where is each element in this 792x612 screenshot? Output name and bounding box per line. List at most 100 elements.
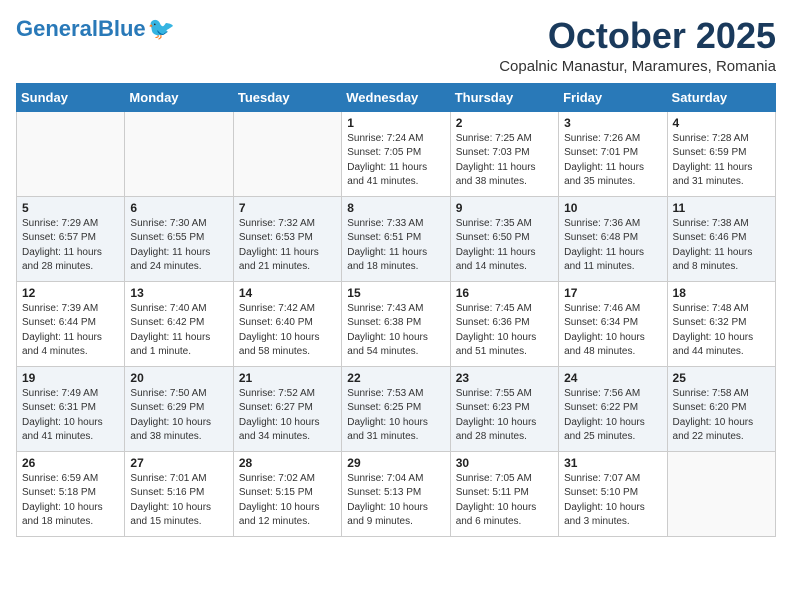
logo-blue: Blue	[98, 16, 146, 41]
calendar-cell: 9 Sunrise: 7:35 AM Sunset: 6:50 PM Daylig…	[450, 196, 558, 281]
calendar-cell: 10 Sunrise: 7:36 AM Sunset: 6:48 PM Dayli…	[559, 196, 667, 281]
day-number: 21	[239, 371, 336, 385]
day-number: 13	[130, 286, 227, 300]
calendar-cell: 25Sunrise: 7:58 AM Sunset: 6:20 PM Dayli…	[667, 366, 775, 451]
col-thursday: Thursday	[450, 83, 558, 111]
day-number: 15	[347, 286, 444, 300]
day-number: 17	[564, 286, 661, 300]
col-sunday: Sunday	[17, 83, 125, 111]
day-detail: Sunrise: 7:29 AM Sunset: 6:57 PM Dayligh…	[22, 217, 119, 275]
day-number: 27	[130, 456, 227, 470]
logo-general: General	[16, 16, 98, 41]
day-number: 20	[130, 371, 227, 385]
calendar-week-4: 19Sunrise: 7:49 AM Sunset: 6:31 PM Dayli…	[17, 366, 776, 451]
day-number: 10	[564, 201, 661, 215]
day-detail: Sunrise: 7:32 AM Sunset: 6:53 PM Dayligh…	[239, 217, 336, 275]
calendar-cell: 29 Sunrise: 7:04 AM Sunset: 5:13 PM Dayli…	[342, 451, 450, 536]
day-number: 30	[456, 456, 553, 470]
logo-text: GeneralBlue	[16, 18, 146, 40]
calendar-cell	[125, 111, 233, 196]
calendar-body: 1Sunrise: 7:24 AM Sunset: 7:05 PM Daylig…	[17, 111, 776, 536]
day-number: 6	[130, 201, 227, 215]
day-number: 9	[456, 201, 553, 215]
calendar-cell: 1Sunrise: 7:24 AM Sunset: 7:05 PM Daylig…	[342, 111, 450, 196]
day-number: 3	[564, 116, 661, 130]
day-number: 31	[564, 456, 661, 470]
calendar-cell: 30 Sunrise: 7:05 AM Sunset: 5:11 PM Dayli…	[450, 451, 558, 536]
calendar-cell: 18 Sunrise: 7:48 AM Sunset: 6:32 PM Dayli…	[667, 281, 775, 366]
calendar-cell: 8Sunrise: 7:33 AM Sunset: 6:51 PM Daylig…	[342, 196, 450, 281]
location-subtitle: Copalnic Manastur, Maramures, Romania	[499, 58, 776, 75]
day-detail: Sunrise: 7:02 AM Sunset: 5:15 PM Dayligh…	[239, 472, 336, 530]
calendar-cell: 20 Sunrise: 7:50 AM Sunset: 6:29 PM Dayli…	[125, 366, 233, 451]
calendar-week-5: 26Sunrise: 6:59 AM Sunset: 5:18 PM Dayli…	[17, 451, 776, 536]
day-number: 14	[239, 286, 336, 300]
logo-bird-icon: 🐦	[148, 16, 175, 42]
day-detail: Sunrise: 7:28 AM Sunset: 6:59 PM Dayligh…	[673, 132, 770, 190]
logo: GeneralBlue 🐦	[16, 16, 175, 42]
calendar-cell: 16 Sunrise: 7:45 AM Sunset: 6:36 PM Dayli…	[450, 281, 558, 366]
calendar-cell: 13 Sunrise: 7:40 AM Sunset: 6:42 PM Dayli…	[125, 281, 233, 366]
calendar-cell: 26Sunrise: 6:59 AM Sunset: 5:18 PM Dayli…	[17, 451, 125, 536]
col-friday: Friday	[559, 83, 667, 111]
day-number: 28	[239, 456, 336, 470]
col-monday: Monday	[125, 83, 233, 111]
day-detail: Sunrise: 7:05 AM Sunset: 5:11 PM Dayligh…	[456, 472, 553, 530]
day-detail: Sunrise: 7:01 AM Sunset: 5:16 PM Dayligh…	[130, 472, 227, 530]
day-number: 24	[564, 371, 661, 385]
col-wednesday: Wednesday	[342, 83, 450, 111]
day-number: 23	[456, 371, 553, 385]
day-detail: Sunrise: 7:48 AM Sunset: 6:32 PM Dayligh…	[673, 302, 770, 360]
calendar-week-1: 1Sunrise: 7:24 AM Sunset: 7:05 PM Daylig…	[17, 111, 776, 196]
day-detail: Sunrise: 7:40 AM Sunset: 6:42 PM Dayligh…	[130, 302, 227, 360]
day-number: 29	[347, 456, 444, 470]
day-detail: Sunrise: 7:45 AM Sunset: 6:36 PM Dayligh…	[456, 302, 553, 360]
col-saturday: Saturday	[667, 83, 775, 111]
day-detail: Sunrise: 7:43 AM Sunset: 6:38 PM Dayligh…	[347, 302, 444, 360]
calendar-cell: 7 Sunrise: 7:32 AM Sunset: 6:53 PM Daylig…	[233, 196, 341, 281]
calendar-cell: 17 Sunrise: 7:46 AM Sunset: 6:34 PM Dayli…	[559, 281, 667, 366]
day-number: 2	[456, 116, 553, 130]
day-detail: Sunrise: 7:24 AM Sunset: 7:05 PM Dayligh…	[347, 132, 444, 190]
day-detail: Sunrise: 7:25 AM Sunset: 7:03 PM Dayligh…	[456, 132, 553, 190]
calendar-cell: 14Sunrise: 7:42 AM Sunset: 6:40 PM Dayli…	[233, 281, 341, 366]
calendar-cell: 6Sunrise: 7:30 AM Sunset: 6:55 PM Daylig…	[125, 196, 233, 281]
day-detail: Sunrise: 7:55 AM Sunset: 6:23 PM Dayligh…	[456, 387, 553, 445]
day-detail: Sunrise: 7:26 AM Sunset: 7:01 PM Dayligh…	[564, 132, 661, 190]
day-number: 5	[22, 201, 119, 215]
calendar-cell: 5 Sunrise: 7:29 AM Sunset: 6:57 PM Daylig…	[17, 196, 125, 281]
day-detail: Sunrise: 7:36 AM Sunset: 6:48 PM Dayligh…	[564, 217, 661, 275]
calendar-cell: 31 Sunrise: 7:07 AM Sunset: 5:10 PM Dayli…	[559, 451, 667, 536]
calendar-cell: 23 Sunrise: 7:55 AM Sunset: 6:23 PM Dayli…	[450, 366, 558, 451]
day-number: 7	[239, 201, 336, 215]
day-detail: Sunrise: 7:52 AM Sunset: 6:27 PM Dayligh…	[239, 387, 336, 445]
day-detail: Sunrise: 7:50 AM Sunset: 6:29 PM Dayligh…	[130, 387, 227, 445]
page-header: GeneralBlue 🐦 October 2025 Copalnic Mana…	[16, 16, 776, 75]
day-number: 25	[673, 371, 770, 385]
calendar-header: Sunday Monday Tuesday Wednesday Thursday…	[17, 83, 776, 111]
calendar-cell: 2 Sunrise: 7:25 AM Sunset: 7:03 PM Daylig…	[450, 111, 558, 196]
day-number: 4	[673, 116, 770, 130]
calendar-cell: 12Sunrise: 7:39 AM Sunset: 6:44 PM Dayli…	[17, 281, 125, 366]
calendar-week-2: 5 Sunrise: 7:29 AM Sunset: 6:57 PM Daylig…	[17, 196, 776, 281]
calendar-cell	[667, 451, 775, 536]
calendar-cell: 11Sunrise: 7:38 AM Sunset: 6:46 PM Dayli…	[667, 196, 775, 281]
calendar-cell: 24Sunrise: 7:56 AM Sunset: 6:22 PM Dayli…	[559, 366, 667, 451]
day-detail: Sunrise: 7:07 AM Sunset: 5:10 PM Dayligh…	[564, 472, 661, 530]
day-detail: Sunrise: 7:04 AM Sunset: 5:13 PM Dayligh…	[347, 472, 444, 530]
calendar-cell: 27 Sunrise: 7:01 AM Sunset: 5:16 PM Dayli…	[125, 451, 233, 536]
title-block: October 2025 Copalnic Manastur, Maramure…	[499, 16, 776, 75]
day-number: 18	[673, 286, 770, 300]
calendar-cell	[17, 111, 125, 196]
day-detail: Sunrise: 7:35 AM Sunset: 6:50 PM Dayligh…	[456, 217, 553, 275]
calendar-cell: 3 Sunrise: 7:26 AM Sunset: 7:01 PM Daylig…	[559, 111, 667, 196]
day-detail: Sunrise: 7:38 AM Sunset: 6:46 PM Dayligh…	[673, 217, 770, 275]
calendar-cell: 21 Sunrise: 7:52 AM Sunset: 6:27 PM Dayli…	[233, 366, 341, 451]
day-detail: Sunrise: 7:49 AM Sunset: 6:31 PM Dayligh…	[22, 387, 119, 445]
day-detail: Sunrise: 7:46 AM Sunset: 6:34 PM Dayligh…	[564, 302, 661, 360]
calendar-cell: 22Sunrise: 7:53 AM Sunset: 6:25 PM Dayli…	[342, 366, 450, 451]
calendar-cell: 15 Sunrise: 7:43 AM Sunset: 6:38 PM Dayli…	[342, 281, 450, 366]
day-number: 16	[456, 286, 553, 300]
col-tuesday: Tuesday	[233, 83, 341, 111]
calendar-cell: 19Sunrise: 7:49 AM Sunset: 6:31 PM Dayli…	[17, 366, 125, 451]
